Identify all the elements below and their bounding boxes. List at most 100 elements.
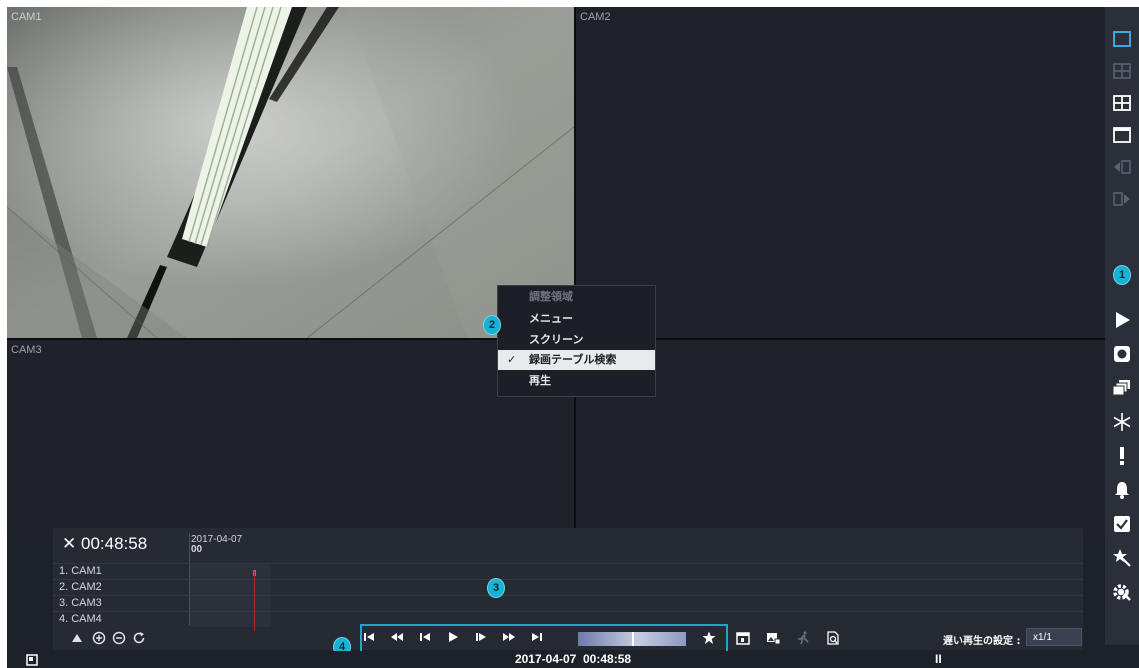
menu-item-menu[interactable]: メニュー <box>498 309 655 329</box>
go-start-button[interactable] <box>362 631 376 647</box>
check-icon: ✓ <box>507 353 517 366</box>
slow-playback-select[interactable]: x1/1 <box>1026 628 1082 646</box>
calendar-icon <box>736 632 750 645</box>
step-back-icon <box>420 633 430 641</box>
record-icon <box>1114 346 1130 362</box>
camera-3-view[interactable]: CAM3 <box>7 340 574 535</box>
freeze-icon <box>1113 413 1131 431</box>
timeline-track[interactable] <box>190 564 271 579</box>
channel-label: 2. CAM2 <box>59 581 102 593</box>
snapshot-button[interactable] <box>766 630 782 646</box>
timeline-playhead[interactable] <box>254 571 255 631</box>
badge-2: 2 <box>483 315 501 335</box>
timeline-track[interactable] <box>190 580 271 595</box>
menu-item-playback[interactable]: 再生 <box>498 371 655 391</box>
timeline-row[interactable]: 3. CAM3 <box>53 595 1083 611</box>
channel-label: 3. CAM3 <box>59 597 102 609</box>
badge-3: 3 <box>487 578 505 598</box>
nvr-app: CAM1 CAM2 CAM3 1 調整領域 メニュー スクリーン ✓ 録画テーブ… <box>7 7 1139 668</box>
fast-rewind-icon <box>391 633 403 641</box>
channel-label: 4. CAM4 <box>59 613 102 625</box>
timeline-time: ✕ 00:48:58 <box>62 534 148 553</box>
go-end-button[interactable] <box>530 631 544 647</box>
next-group-button[interactable] <box>1110 187 1134 211</box>
wizard-button[interactable] <box>1110 546 1134 570</box>
skip-start-icon <box>364 633 374 641</box>
step-back-button[interactable] <box>418 631 432 647</box>
menu-item-screen[interactable]: スクリーン <box>498 330 655 350</box>
zoom-in-button[interactable] <box>91 630 107 646</box>
quad-view-grey-icon <box>1113 63 1131 79</box>
slow-playback-label: 遅い再生の設定 : <box>943 636 1021 647</box>
prev-icon <box>1114 160 1131 174</box>
triangle-up-icon <box>72 634 82 642</box>
quad-view-disabled-button[interactable] <box>1110 59 1134 83</box>
grid-divider-vertical <box>574 7 576 535</box>
play-icon <box>448 632 458 642</box>
camera-1-label: CAM1 <box>11 11 42 23</box>
settings-icon <box>1113 584 1131 601</box>
step-forward-button[interactable] <box>474 631 488 647</box>
timeline-track[interactable] <box>190 612 271 627</box>
play-forward-button[interactable] <box>446 631 460 647</box>
zoom-in-icon <box>92 631 106 645</box>
refresh-button[interactable] <box>131 630 147 646</box>
timeline-track[interactable] <box>190 596 271 611</box>
speed-slider-thumb[interactable] <box>632 632 634 646</box>
pause-indicator[interactable]: II <box>935 652 942 666</box>
image-export-icon <box>767 633 781 645</box>
check-icon <box>1114 516 1130 532</box>
right-toolbar: 1 <box>1105 7 1139 645</box>
timeline-row[interactable]: 2. CAM2 <box>53 579 1083 595</box>
timeline-hour: 00 <box>191 544 203 555</box>
sequence-icon <box>1112 380 1130 396</box>
single-view-button[interactable] <box>1110 27 1134 51</box>
zoom-out-icon <box>112 631 126 645</box>
event-bell-button[interactable] <box>1110 478 1134 502</box>
freeze-button[interactable] <box>1110 410 1134 434</box>
play-icon <box>1116 312 1130 328</box>
next-icon <box>1113 192 1130 206</box>
checklist-button[interactable] <box>1110 512 1134 536</box>
bell-icon <box>1115 482 1129 499</box>
speed-slider[interactable] <box>578 632 686 646</box>
collapse-up-button[interactable] <box>69 630 85 646</box>
menu-item-record-table-search[interactable]: ✓ 録画テーブル検索 <box>498 350 655 370</box>
play-button[interactable] <box>1110 308 1134 332</box>
status-bar: 2017-04-07 00:48:58 II <box>7 651 1139 668</box>
playback-controls <box>360 624 728 653</box>
timeline-row[interactable]: 1. CAM1 <box>53 563 1083 579</box>
channel-label: 1. CAM1 <box>59 565 102 577</box>
running-man-icon <box>798 631 809 645</box>
settings-button[interactable] <box>1110 580 1134 604</box>
motion-search-button[interactable] <box>796 630 812 646</box>
search-page-button[interactable] <box>826 630 842 646</box>
bookmark-button[interactable] <box>702 631 716 647</box>
star-icon <box>702 631 716 644</box>
status-datetime: 2017-04-07 00:48:58 <box>514 652 632 666</box>
fast-rewind-button[interactable] <box>390 631 404 647</box>
wizard-icon <box>1113 549 1131 567</box>
context-menu-title: 調整領域 <box>529 290 573 303</box>
ceiling-image <box>7 7 574 338</box>
context-menu: 調整領域 メニュー スクリーン ✓ 録画テーブル検索 再生 <box>497 285 656 397</box>
full-view-icon <box>1113 127 1131 143</box>
alarm-button[interactable] <box>1110 444 1134 468</box>
calendar-button[interactable] <box>736 630 752 646</box>
quad-view-button[interactable] <box>1110 91 1134 115</box>
record-button[interactable] <box>1110 342 1134 366</box>
sequence-button[interactable] <box>1110 376 1134 400</box>
fast-forward-button[interactable] <box>502 631 516 647</box>
fast-forward-icon <box>503 633 515 641</box>
full-view-button[interactable] <box>1110 123 1134 147</box>
close-icon[interactable]: ✕ <box>62 534 76 553</box>
refresh-icon <box>133 632 145 644</box>
single-view-icon <box>1113 31 1131 47</box>
prev-group-button[interactable] <box>1110 155 1134 179</box>
quad-view-icon <box>1113 95 1131 111</box>
skip-end-icon <box>532 633 542 641</box>
zoom-out-button[interactable] <box>111 630 127 646</box>
camera-1-view[interactable]: CAM1 <box>7 7 574 338</box>
camera-3-label: CAM3 <box>11 344 42 356</box>
alarm-icon <box>1120 447 1124 465</box>
